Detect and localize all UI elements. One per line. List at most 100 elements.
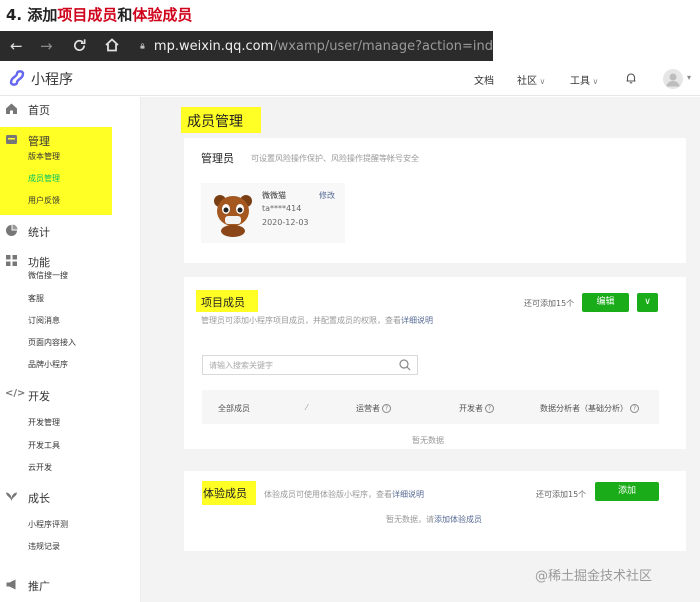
sidebar-item-manage[interactable]: 管理 (28, 133, 50, 149)
col-developer: 开发者? (459, 403, 494, 414)
project-help-link[interactable]: 详细说明 (401, 316, 433, 325)
chevron-down-icon: ∨ (537, 77, 546, 86)
sidebar-item-features[interactable]: 功能 (28, 254, 50, 270)
sidebar-item-dev-tools[interactable]: 开发工具 (28, 440, 60, 451)
col-analyst-label: 数据分析者（基础分析） (540, 404, 628, 413)
tutorial-heading: 4. 添加项目成员和体验成员 (6, 4, 192, 25)
admin-date: 2020-12-03 (262, 218, 309, 227)
sidebar-item-dev-manage[interactable]: 开发管理 (28, 417, 60, 428)
admin-name: 微微猫 (262, 191, 286, 200)
project-edit-button[interactable]: 编辑 (582, 293, 629, 312)
admin-card: 管理员 可设置风险操作保护、风险操作提醒等帐号安全 微微猫 修改 ta****4… (184, 138, 686, 263)
project-remaining: 还可添加15个 (524, 299, 575, 308)
sidebar-item-feedback[interactable]: 用户反馈 (28, 195, 60, 206)
user-icon (666, 73, 680, 87)
code-icon: </> (5, 388, 26, 399)
trial-members-card: 体验成员 体验成员可使用体验版小程序，查看详细说明 还可添加15个 添加 暂无数… (184, 471, 686, 551)
sidebar-item-brand[interactable]: 品牌小程序 (28, 359, 68, 370)
features-icon (6, 255, 17, 266)
sidebar-item-stats[interactable]: 统计 (28, 224, 50, 240)
manage-icon (6, 135, 17, 144)
trial-title: 体验成员 (203, 487, 247, 500)
project-desc: 管理员可添加小程序项目成员，并配置成员的权限，查看详细说明 (201, 315, 433, 326)
topnav-community-link[interactable]: 社区 ∨ (517, 72, 545, 87)
brand-name: 小程序 (31, 72, 73, 88)
col-operator: 运营者? (356, 403, 391, 414)
sidebar-item-cloud[interactable]: 云开发 (28, 462, 52, 473)
url-path: /wxamp/user/manage?action=ind (273, 38, 493, 54)
sidebar-item-service[interactable]: 客服 (28, 293, 44, 304)
main-content: 成员管理 管理员 可设置风险操作保护、风险操作提醒等帐号安全 微微猫 修改 ta… (141, 97, 700, 602)
admin-title: 管理员 (201, 152, 234, 165)
growth-icon (6, 492, 17, 502)
sidebar-item-content[interactable]: 页面内容接入 (28, 337, 76, 348)
trial-desc-text: 体验成员可使用体验版小程序，查看 (264, 490, 392, 499)
chevron-down-icon: ∨ (644, 297, 651, 307)
trial-desc: 体验成员可使用体验版小程序，查看详细说明 (264, 489, 424, 500)
add-trial-member-link[interactable]: 添加体验成员 (434, 515, 482, 524)
miniprogram-logo-icon (9, 70, 25, 86)
admin-desc: 可设置风险操作保护、风险操作提醒等帐号安全 (251, 154, 419, 163)
sidebar-item-violations[interactable]: 违规记录 (28, 541, 60, 552)
admin-avatar (214, 195, 252, 237)
watermark: @稀土掘金技术社区 (535, 569, 653, 584)
bell-icon[interactable] (624, 71, 638, 85)
project-dropdown-button[interactable]: ∨ (637, 293, 658, 312)
col-developer-label: 开发者 (459, 404, 483, 413)
heading-prefix: 4. 添加 (6, 6, 58, 24)
trial-empty-prefix: 暂无数据，请 (386, 515, 434, 524)
pencil-icon: ⁄ (306, 403, 308, 412)
app-topnav: 小程序 文档 社区 ∨ 工具 ∨ ▾ (0, 61, 700, 96)
col-operator-label: 运营者 (356, 404, 380, 413)
sidebar-item-version[interactable]: 版本管理 (28, 151, 60, 162)
project-members-card: 项目成员 管理员可添加小程序项目成员，并配置成员的权限，查看详细说明 还可添加1… (184, 277, 686, 449)
admin-id: ta****414 (262, 204, 302, 213)
heading-part1: 项目成员 (57, 6, 118, 24)
reload-icon[interactable] (72, 38, 87, 53)
trial-empty-text: 暂无数据，请添加体验成员 (386, 514, 482, 525)
sidebar-item-promo[interactable]: 推广 (28, 578, 50, 594)
sidebar-item-search[interactable]: 微信搜一搜 (28, 270, 68, 281)
project-empty-text: 暂无数据 (412, 436, 444, 445)
admin-edit-link[interactable]: 修改 (319, 190, 335, 201)
sidebar: 首页 管理 版本管理 成员管理 用户反馈 统计 功能 微信搜一搜 客服 订阅消息… (0, 97, 141, 602)
help-icon[interactable]: ? (630, 404, 639, 413)
topnav-community-label: 社区 (517, 76, 537, 87)
sidebar-item-subscribe[interactable]: 订阅消息 (28, 315, 60, 326)
lock-icon (140, 43, 145, 49)
topnav-tools-label: 工具 (570, 76, 590, 87)
sidebar-item-dev[interactable]: 开发 (28, 388, 50, 404)
chevron-down-icon: ∨ (590, 77, 599, 86)
forward-icon[interactable]: → (40, 37, 53, 55)
project-desc-text: 管理员可添加小程序项目成员，并配置成员的权限，查看 (201, 316, 401, 325)
col-analyst: 数据分析者（基础分析）? (540, 403, 639, 414)
trial-add-button[interactable]: 添加 (595, 482, 659, 501)
heading-mid: 和 (117, 6, 133, 24)
heading-part2: 体验成员 (132, 6, 193, 24)
topnav-docs-link[interactable]: 文档 (474, 72, 494, 87)
home-icon[interactable] (104, 37, 120, 53)
member-search-input[interactable]: 请输入搜索关键字 (202, 355, 418, 375)
address-bar[interactable]: mp.weixin.qq.com/wxamp/user/manage?actio… (140, 35, 493, 57)
col-all-members: 全部成员 (218, 404, 250, 413)
sidebar-item-members[interactable]: 成员管理 (28, 173, 60, 184)
stats-icon (6, 224, 18, 236)
sidebar-item-growth[interactable]: 成长 (28, 490, 50, 506)
chevron-down-icon[interactable]: ▾ (687, 73, 691, 82)
page-title: 成员管理 (187, 114, 243, 130)
help-icon[interactable]: ? (382, 404, 391, 413)
back-icon[interactable]: ← (10, 37, 23, 55)
promo-icon (6, 579, 16, 590)
sidebar-item-home[interactable]: 首页 (28, 102, 50, 118)
topnav-tools-link[interactable]: 工具 ∨ (570, 72, 598, 87)
trial-help-link[interactable]: 详细说明 (392, 490, 424, 499)
search-icon[interactable] (399, 359, 411, 371)
project-title: 项目成员 (201, 296, 245, 309)
trial-remaining: 还可添加15个 (536, 490, 587, 499)
search-placeholder: 请输入搜索关键字 (209, 361, 273, 370)
browser-toolbar: ← → mp.weixin.qq.com/wxamp/user/manage?a… (0, 31, 493, 61)
help-icon[interactable]: ? (485, 404, 494, 413)
user-avatar[interactable] (663, 69, 683, 89)
home-icon (6, 103, 17, 114)
sidebar-item-evaluate[interactable]: 小程序评测 (28, 519, 68, 530)
